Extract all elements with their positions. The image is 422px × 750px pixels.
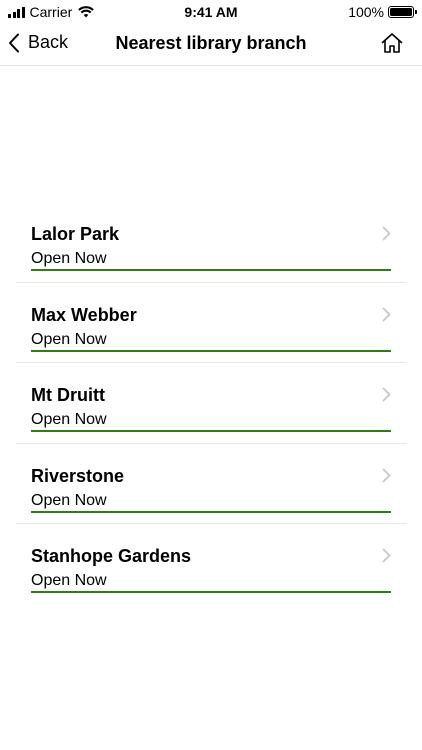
list-item[interactable]: Stanhope Gardens Open Now bbox=[0, 524, 422, 605]
branch-name: Lalor Park bbox=[31, 224, 120, 244]
branch-status: Open Now bbox=[31, 572, 107, 589]
status-indicator-line bbox=[31, 269, 391, 271]
chevron-right-icon bbox=[382, 548, 391, 563]
branch-list: Lalor Park Open Now Max Webber Open Now … bbox=[0, 202, 422, 605]
status-indicator-line bbox=[31, 591, 391, 593]
status-bar: Carrier 9:41 AM 100% bbox=[0, 0, 422, 24]
branch-status: Open Now bbox=[31, 250, 107, 267]
battery-percentage: 100% bbox=[348, 4, 384, 20]
branch-status: Open Now bbox=[31, 411, 107, 428]
status-indicator-line bbox=[31, 430, 391, 432]
branch-name: Max Webber bbox=[31, 304, 137, 325]
list-item[interactable]: Max Webber Open Now bbox=[0, 283, 422, 363]
list-item[interactable]: Riverstone Open Now bbox=[0, 444, 422, 524]
chevron-right-icon bbox=[382, 387, 391, 402]
home-icon[interactable] bbox=[380, 31, 404, 55]
status-indicator-line bbox=[31, 349, 391, 352]
battery-icon bbox=[388, 6, 417, 18]
chevron-right-icon bbox=[382, 226, 391, 241]
branch-name: Riverstone bbox=[31, 465, 125, 486]
status-right: 100% bbox=[348, 4, 417, 20]
page-title: Nearest library branch bbox=[115, 33, 307, 53]
status-indicator-line bbox=[31, 510, 391, 513]
list-item[interactable]: Mt Druitt Open Now bbox=[0, 363, 422, 444]
chevron-right-icon bbox=[382, 307, 391, 321]
branch-name: Mt Druitt bbox=[31, 385, 105, 405]
branch-status: Open Now bbox=[31, 330, 107, 348]
chevron-right-icon bbox=[382, 468, 391, 482]
branch-name: Stanhope Gardens bbox=[31, 546, 192, 566]
list-item[interactable]: Lalor Park Open Now bbox=[0, 202, 422, 283]
navigation-bar: Back Nearest library branch bbox=[0, 24, 422, 66]
branch-status: Open Now bbox=[31, 491, 107, 509]
